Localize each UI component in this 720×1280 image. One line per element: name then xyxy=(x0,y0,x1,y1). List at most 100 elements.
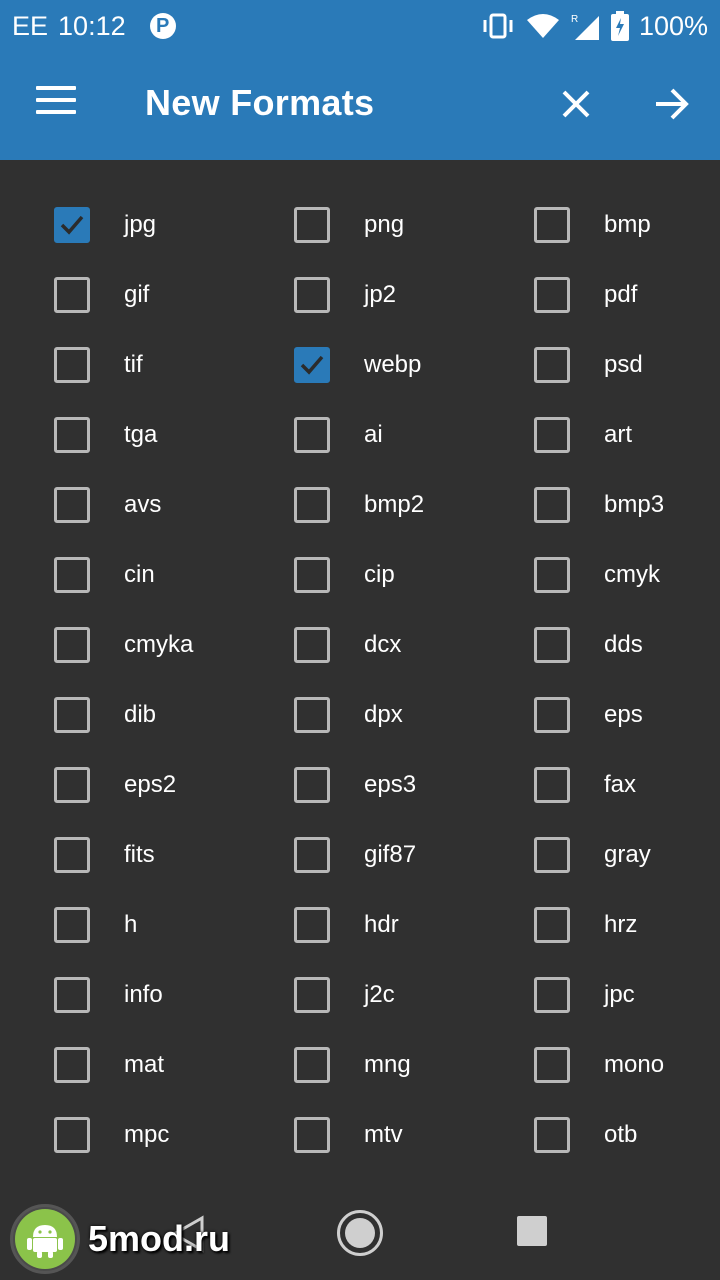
format-checkbox[interactable] xyxy=(294,487,330,523)
format-option-avs[interactable]: avs xyxy=(0,470,240,540)
format-option-ai[interactable]: ai xyxy=(240,400,480,470)
format-option-eps[interactable]: eps xyxy=(480,680,720,750)
format-option-fax[interactable]: fax xyxy=(480,750,720,820)
format-option-mtv[interactable]: mtv xyxy=(240,1100,480,1170)
format-label: bmp2 xyxy=(364,491,425,518)
vibrate-icon xyxy=(483,13,513,39)
format-checkbox[interactable] xyxy=(534,697,570,733)
format-option-jpg[interactable]: jpg xyxy=(0,190,240,260)
format-option-cin[interactable]: cin xyxy=(0,540,240,610)
format-checkbox[interactable] xyxy=(534,977,570,1013)
format-option-pdf[interactable]: pdf xyxy=(480,260,720,330)
format-checkbox[interactable] xyxy=(294,557,330,593)
format-checkbox[interactable] xyxy=(534,837,570,873)
format-option-gif[interactable]: gif xyxy=(0,260,240,330)
format-checkbox[interactable] xyxy=(54,487,90,523)
format-option-jpc[interactable]: jpc xyxy=(480,960,720,1030)
watermark: 5mod.ru xyxy=(10,1204,230,1274)
format-option-mpc[interactable]: mpc xyxy=(0,1100,240,1170)
format-checkbox[interactable] xyxy=(294,767,330,803)
format-option-art[interactable]: art xyxy=(480,400,720,470)
format-checkbox[interactable] xyxy=(534,627,570,663)
format-checkbox[interactable] xyxy=(534,1047,570,1083)
format-checkbox[interactable] xyxy=(294,1117,330,1153)
format-checkbox[interactable] xyxy=(534,347,570,383)
format-checkbox[interactable] xyxy=(294,627,330,663)
format-label: mono xyxy=(604,1051,665,1078)
format-option-gray[interactable]: gray xyxy=(480,820,720,890)
home-circle-icon[interactable] xyxy=(337,1210,383,1256)
format-checkbox[interactable] xyxy=(294,417,330,453)
format-checkbox[interactable] xyxy=(54,697,90,733)
close-icon[interactable] xyxy=(556,84,596,124)
format-option-info[interactable]: info xyxy=(0,960,240,1030)
format-checkbox[interactable] xyxy=(294,207,330,243)
format-checkbox[interactable] xyxy=(54,207,90,243)
format-option-dcx[interactable]: dcx xyxy=(240,610,480,680)
format-option-psd[interactable]: psd xyxy=(480,330,720,400)
format-checkbox[interactable] xyxy=(54,767,90,803)
format-checkbox[interactable] xyxy=(294,697,330,733)
format-label: tif xyxy=(124,351,143,378)
format-checkbox[interactable] xyxy=(294,977,330,1013)
format-option-webp[interactable]: webp xyxy=(240,330,480,400)
format-option-mat[interactable]: mat xyxy=(0,1030,240,1100)
format-option-eps3[interactable]: eps3 xyxy=(240,750,480,820)
format-option-jp2[interactable]: jp2 xyxy=(240,260,480,330)
format-checkbox[interactable] xyxy=(534,767,570,803)
format-option-bmp[interactable]: bmp xyxy=(480,190,720,260)
format-checkbox[interactable] xyxy=(534,557,570,593)
format-option-bmp2[interactable]: bmp2 xyxy=(240,470,480,540)
format-option-gif87[interactable]: gif87 xyxy=(240,820,480,890)
format-checkbox[interactable] xyxy=(54,627,90,663)
format-option-cip[interactable]: cip xyxy=(240,540,480,610)
format-option-dds[interactable]: dds xyxy=(480,610,720,680)
format-checkbox[interactable] xyxy=(294,837,330,873)
format-checkbox[interactable] xyxy=(54,907,90,943)
format-checkbox[interactable] xyxy=(294,907,330,943)
format-option-mng[interactable]: mng xyxy=(240,1030,480,1100)
format-option-cmyk[interactable]: cmyk xyxy=(480,540,720,610)
format-checkbox[interactable] xyxy=(54,837,90,873)
hamburger-menu-icon[interactable] xyxy=(36,86,76,118)
recents-square-icon[interactable] xyxy=(517,1216,547,1246)
format-checkbox[interactable] xyxy=(294,347,330,383)
format-option-h[interactable]: h xyxy=(0,890,240,960)
format-checkbox[interactable] xyxy=(54,1047,90,1083)
format-option-cmyka[interactable]: cmyka xyxy=(0,610,240,680)
format-label: gif87 xyxy=(364,841,417,868)
format-option-hdr[interactable]: hdr xyxy=(240,890,480,960)
format-checkbox[interactable] xyxy=(294,277,330,313)
format-option-fits[interactable]: fits xyxy=(0,820,240,890)
format-checkbox[interactable] xyxy=(54,977,90,1013)
format-checkbox[interactable] xyxy=(294,1047,330,1083)
format-checkbox[interactable] xyxy=(54,1117,90,1153)
format-option-otb[interactable]: otb xyxy=(480,1100,720,1170)
status-bar-left: EE 10:12 P xyxy=(12,11,176,42)
format-checkbox[interactable] xyxy=(534,207,570,243)
format-option-dib[interactable]: dib xyxy=(0,680,240,750)
checkmark-icon xyxy=(300,355,324,375)
format-option-tga[interactable]: tga xyxy=(0,400,240,470)
format-option-j2c[interactable]: j2c xyxy=(240,960,480,1030)
format-checkbox[interactable] xyxy=(534,277,570,313)
format-checkbox[interactable] xyxy=(534,1117,570,1153)
format-option-dpx[interactable]: dpx xyxy=(240,680,480,750)
format-checkbox[interactable] xyxy=(534,487,570,523)
format-option-png[interactable]: png xyxy=(240,190,480,260)
notification-p-icon: P xyxy=(149,13,176,39)
format-label: mng xyxy=(364,1051,411,1078)
format-checkbox[interactable] xyxy=(54,417,90,453)
format-option-hrz[interactable]: hrz xyxy=(480,890,720,960)
arrow-forward-icon[interactable] xyxy=(650,84,694,124)
format-option-eps2[interactable]: eps2 xyxy=(0,750,240,820)
format-checkbox[interactable] xyxy=(534,907,570,943)
format-option-mono[interactable]: mono xyxy=(480,1030,720,1100)
format-checkbox[interactable] xyxy=(54,347,90,383)
format-checkbox[interactable] xyxy=(54,277,90,313)
format-label: hdr xyxy=(364,911,399,938)
format-option-tif[interactable]: tif xyxy=(0,330,240,400)
format-checkbox[interactable] xyxy=(534,417,570,453)
format-option-bmp3[interactable]: bmp3 xyxy=(480,470,720,540)
format-checkbox[interactable] xyxy=(54,557,90,593)
